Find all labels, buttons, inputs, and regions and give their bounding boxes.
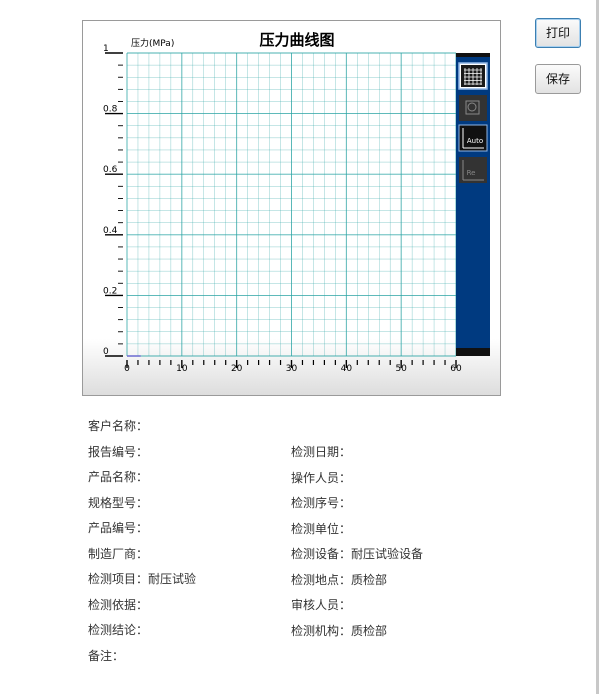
report-field-row: 客户名称： xyxy=(88,417,148,434)
report-field-row: 检测日期： xyxy=(291,443,351,460)
report-field-row: 检测结论： xyxy=(88,621,148,638)
y-tick-label: 0.6 xyxy=(103,165,118,175)
y-axis-label: 压力(MPa) xyxy=(131,37,174,49)
y-tick-label: 0.2 xyxy=(103,286,117,296)
chart-title: 压力曲线图 xyxy=(259,31,334,49)
chart-sidebar: Auto Re xyxy=(456,53,490,356)
print-button[interactable]: 打印 xyxy=(535,18,581,48)
save-button[interactable]: 保存 xyxy=(535,64,581,94)
reset-zoom-label: Re xyxy=(467,169,476,177)
report-field-row: 检测单位： xyxy=(291,520,351,537)
report-field-label: 产品编号： xyxy=(88,521,149,535)
x-tick-label: 40 xyxy=(341,364,353,374)
report-field-label: 检测项目： xyxy=(88,572,149,586)
report-field-row: 检测依据： xyxy=(88,596,148,613)
report-field-row: 产品名称： xyxy=(88,468,148,485)
sidebar-top-bar xyxy=(456,53,490,57)
pressure-chart-panel: 压力曲线图 压力(MPa) 0 0.2 0.4 0.6 0.8 1 0 10 20 30 40 50 6… xyxy=(82,20,501,396)
report-field-label: 检测日期： xyxy=(291,445,352,459)
report-field-value: 质检部 xyxy=(351,572,388,587)
report-field-label: 检测依据： xyxy=(88,597,149,612)
auto-scale-icon: Auto xyxy=(458,124,488,152)
auto-scale-label: Auto xyxy=(467,137,483,145)
report-field-label: 检测单位： xyxy=(291,521,352,536)
reset-zoom-icon: Re xyxy=(459,157,487,183)
report-field-label: 检测设备： xyxy=(291,547,352,561)
x-tick-label: 60 xyxy=(450,364,462,374)
report-field-row: 检测序号： xyxy=(291,494,351,511)
report-field-label: 检测序号： xyxy=(291,496,352,510)
x-tick-label: 50 xyxy=(395,364,407,374)
report-field-label: 制造厂商： xyxy=(88,546,149,561)
report-field-row: 产品编号： xyxy=(88,519,148,536)
report-field-label: 检测结论： xyxy=(88,623,149,637)
x-tick-label: 0 xyxy=(124,364,130,374)
y-tick-label: 0.8 xyxy=(103,105,118,115)
x-tick-label: 30 xyxy=(286,364,298,374)
report-field-label: 操作人员： xyxy=(291,470,352,485)
report-field-value: 耐压试验设备 xyxy=(351,547,424,561)
report-field-row: 备注： xyxy=(88,647,124,664)
report-field-label: 规格型号： xyxy=(88,495,149,510)
axis-layer: 00.20.40.60.810 10 20 30 40 50 60 xyxy=(103,44,462,374)
report-field-label: 检测机构： xyxy=(291,623,352,638)
report-field-label: 报告编号： xyxy=(88,444,149,459)
report-field-label: 审核人员： xyxy=(291,598,352,612)
report-field-row: 检测设备：耐压试验设备 xyxy=(291,545,423,562)
report-field-row: 操作人员： xyxy=(291,469,351,486)
report-field-label: 备注： xyxy=(88,648,125,663)
x-tick-label: 10 xyxy=(176,364,188,374)
report-field-row: 规格型号： xyxy=(88,494,148,511)
report-field-row: 报告编号： xyxy=(88,443,148,460)
x-tick-label: 20 xyxy=(231,364,243,374)
report-field-row: 审核人员： xyxy=(291,596,351,613)
report-field-label: 产品名称： xyxy=(88,470,149,484)
report-field-label: 客户名称： xyxy=(88,419,149,433)
report-field-row: 检测机构：质检部 xyxy=(291,622,387,639)
y-tick-label: 1 xyxy=(103,44,109,54)
zoom-box-icon xyxy=(459,95,487,121)
report-field-label: 检测地点： xyxy=(291,572,352,587)
report-field-row: 检测项目：耐压试验 xyxy=(88,570,196,587)
sidebar-bottom-bar xyxy=(456,348,490,356)
pressure-chart: 压力曲线图 压力(MPa) 00.20.40.60.810 10 20 30 40 50 6… xyxy=(103,31,490,374)
report-field-value: 耐压试验 xyxy=(148,572,197,586)
y-tick-label: 0.4 xyxy=(103,226,118,236)
report-field-row: 检测地点：质检部 xyxy=(291,571,387,588)
grid-layer xyxy=(126,52,457,357)
y-tick-label: 0 xyxy=(103,347,109,357)
report-field-row: 制造厂商： xyxy=(88,545,148,562)
grid-toggle-icon xyxy=(458,62,488,90)
report-field-value: 质检部 xyxy=(351,623,388,638)
